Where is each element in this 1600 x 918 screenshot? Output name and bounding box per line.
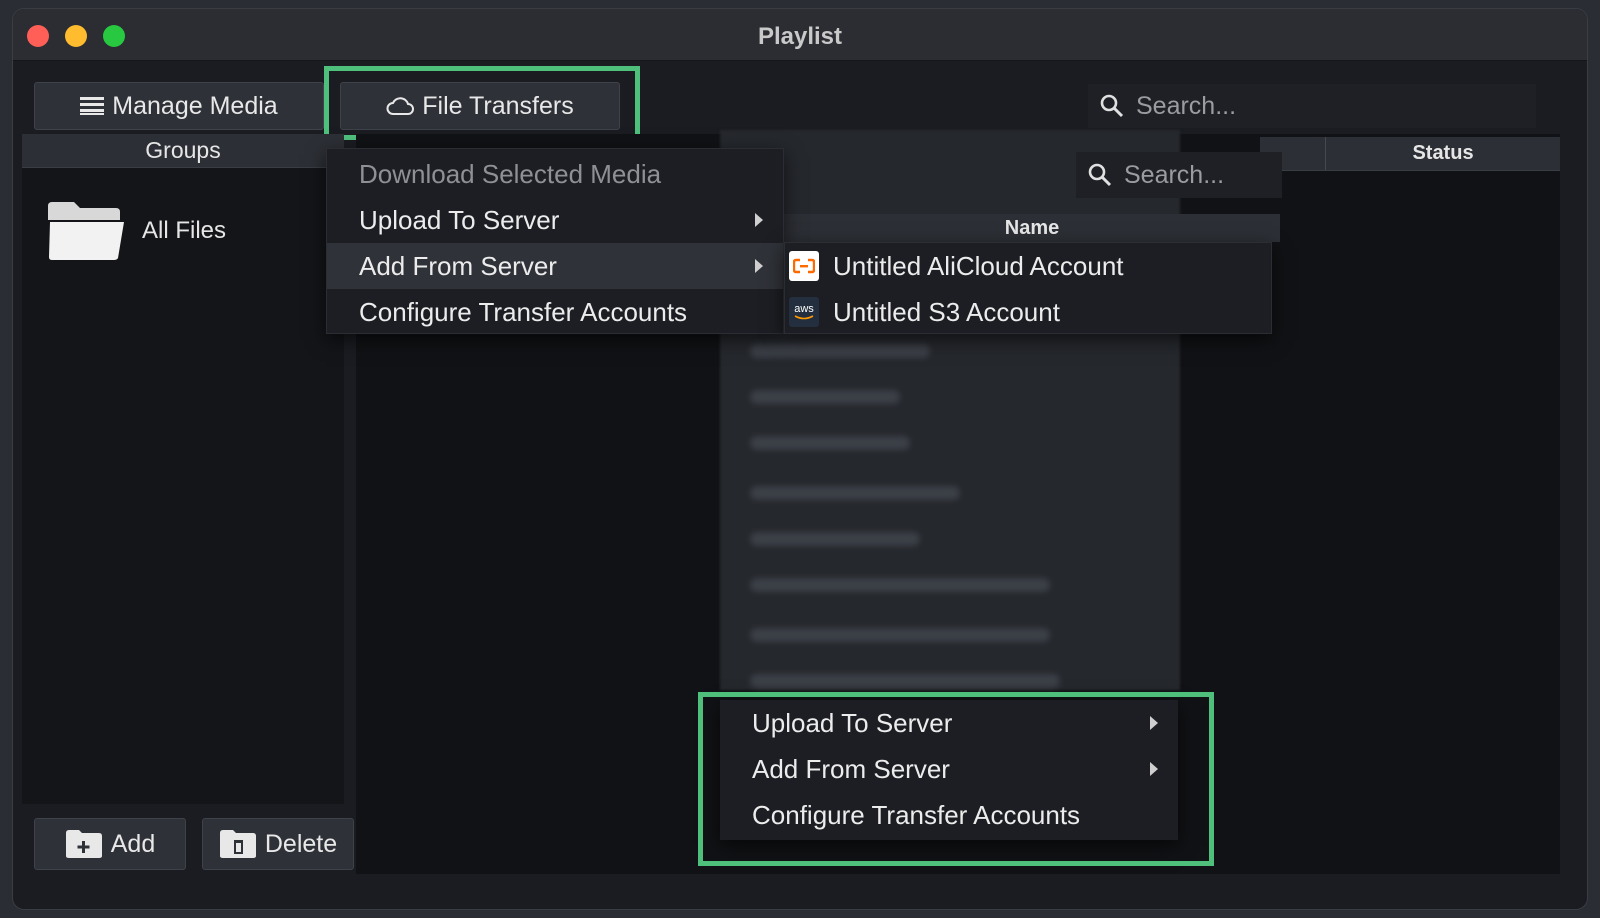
- add-group-button[interactable]: Add: [34, 818, 186, 870]
- group-item-all-files[interactable]: All Files: [46, 200, 226, 262]
- add-from-server-submenu: Untitled AliCloud Account aws Untitled S…: [784, 242, 1272, 334]
- file-transfers-highlight: [324, 66, 640, 140]
- submenu-item-label: Untitled S3 Account: [833, 296, 1060, 327]
- blurred-line: [750, 436, 910, 450]
- toolbar-search-placeholder: Search...: [1136, 91, 1237, 120]
- groups-panel: Groups All Files: [22, 134, 344, 804]
- blurred-line: [750, 390, 900, 404]
- delete-label: Delete: [264, 829, 338, 858]
- context-menu-highlight: [698, 692, 1214, 866]
- name-column-header[interactable]: Name: [784, 214, 1280, 242]
- toolbar-search[interactable]: Search...: [1088, 84, 1536, 128]
- menu-item-upload-to-server[interactable]: Upload To Server: [327, 197, 783, 243]
- blurred-line: [750, 532, 920, 546]
- menu-item-add-from-server[interactable]: Add From Server: [327, 243, 783, 289]
- table-search[interactable]: Search...: [1076, 152, 1282, 198]
- menu-item-label: Download Selected Media: [359, 158, 662, 189]
- aws-logo-text: aws: [794, 303, 814, 315]
- blurred-line: [750, 344, 930, 358]
- delete-group-button[interactable]: Delete: [202, 818, 354, 870]
- title-bar: Playlist: [13, 9, 1587, 61]
- list-icon: [80, 97, 105, 115]
- submenu-arrow-icon: [755, 259, 763, 273]
- blurred-line: [750, 674, 1060, 688]
- window-title: Playlist: [757, 23, 843, 50]
- search-icon: [1100, 94, 1124, 118]
- delete-folder-icon: [219, 830, 256, 858]
- file-transfers-menu: Download Selected Media Upload To Server…: [326, 148, 784, 334]
- search-icon: [1088, 163, 1112, 187]
- menu-item-label: Upload To Server: [359, 204, 560, 235]
- status-column-header[interactable]: Status: [1326, 142, 1560, 165]
- blurred-line: [750, 486, 960, 500]
- blurred-line: [750, 628, 1050, 642]
- blurred-line: [750, 578, 1050, 592]
- table-search-placeholder: Search...: [1124, 160, 1225, 189]
- manage-media-button[interactable]: Manage Media: [34, 82, 324, 130]
- submenu-item-s3-account[interactable]: aws Untitled S3 Account: [785, 289, 1271, 335]
- add-label: Add: [110, 829, 156, 858]
- menu-item-configure-transfer-accounts[interactable]: Configure Transfer Accounts: [327, 289, 783, 335]
- menu-item-download-selected-media[interactable]: Download Selected Media: [327, 151, 783, 197]
- menu-item-label: Configure Transfer Accounts: [359, 296, 688, 327]
- aws-icon: aws: [789, 297, 819, 327]
- manage-media-label: Manage Media: [112, 91, 278, 120]
- add-folder-icon: [65, 830, 102, 858]
- menu-item-label: Add From Server: [359, 250, 557, 281]
- group-item-label: All Files: [142, 217, 227, 244]
- submenu-arrow-icon: [755, 213, 763, 227]
- groups-header: Groups: [22, 134, 344, 168]
- table-header: Status: [1260, 137, 1560, 171]
- submenu-item-alicloud-account[interactable]: Untitled AliCloud Account: [785, 243, 1271, 289]
- alicloud-icon: [789, 251, 819, 281]
- submenu-item-label: Untitled AliCloud Account: [833, 250, 1124, 281]
- folder-icon: [48, 202, 124, 260]
